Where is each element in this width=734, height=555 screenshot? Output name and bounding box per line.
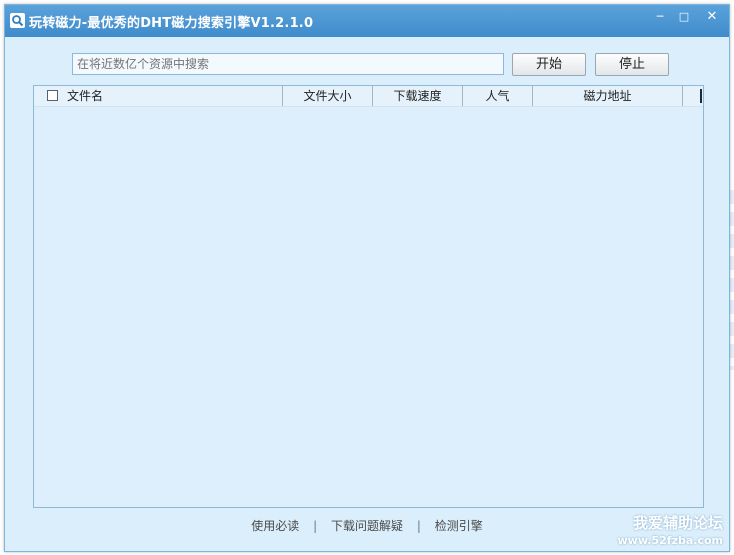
maximize-button[interactable]: □ bbox=[673, 9, 695, 25]
link-check-engine[interactable]: 检测引擎 bbox=[435, 517, 483, 534]
list-header: 文件名 文件大小 下载速度 人气 磁力地址 bbox=[34, 86, 703, 107]
title-bar[interactable]: 玩转磁力-最优秀的DHT磁力搜索引擎V1.2.1.0 ─ □ ✕ bbox=[5, 5, 729, 37]
column-magnet-address[interactable]: 磁力地址 bbox=[533, 86, 683, 106]
magnifier-icon bbox=[10, 13, 25, 28]
link-usage-notes[interactable]: 使用必读 bbox=[251, 517, 299, 534]
close-button[interactable]: ✕ bbox=[701, 9, 723, 25]
column-resize-handle[interactable] bbox=[700, 89, 702, 103]
select-all-checkbox[interactable] bbox=[47, 90, 58, 101]
results-list[interactable]: 文件名 文件大小 下载速度 人气 磁力地址 bbox=[33, 85, 704, 508]
watermark-title: 我爱辅助论坛 bbox=[632, 514, 723, 532]
start-button[interactable]: 开始 bbox=[512, 53, 586, 76]
footer-separator: | bbox=[416, 519, 421, 533]
watermark: 我爱辅助论坛 www.52fzba.com bbox=[618, 515, 723, 549]
footer-separator: | bbox=[313, 519, 318, 533]
stop-button[interactable]: 停止 bbox=[595, 53, 669, 76]
column-filename[interactable]: 文件名 bbox=[34, 86, 283, 106]
window-title: 玩转磁力-最优秀的DHT磁力搜索引擎V1.2.1.0 bbox=[29, 16, 314, 31]
watermark-url: www.52fzba.com bbox=[617, 534, 723, 547]
column-filesize[interactable]: 文件大小 bbox=[283, 86, 373, 106]
column-filename-label: 文件名 bbox=[67, 89, 104, 103]
minimize-button[interactable]: ─ bbox=[649, 9, 671, 25]
link-download-faq[interactable]: 下载问题解疑 bbox=[331, 517, 403, 534]
column-download-speed[interactable]: 下载速度 bbox=[373, 86, 463, 106]
app-window: 玩转磁力-最优秀的DHT磁力搜索引擎V1.2.1.0 ─ □ ✕ 开始 停止 文… bbox=[4, 4, 730, 552]
column-popularity[interactable]: 人气 bbox=[463, 86, 533, 106]
search-input[interactable] bbox=[72, 53, 504, 75]
